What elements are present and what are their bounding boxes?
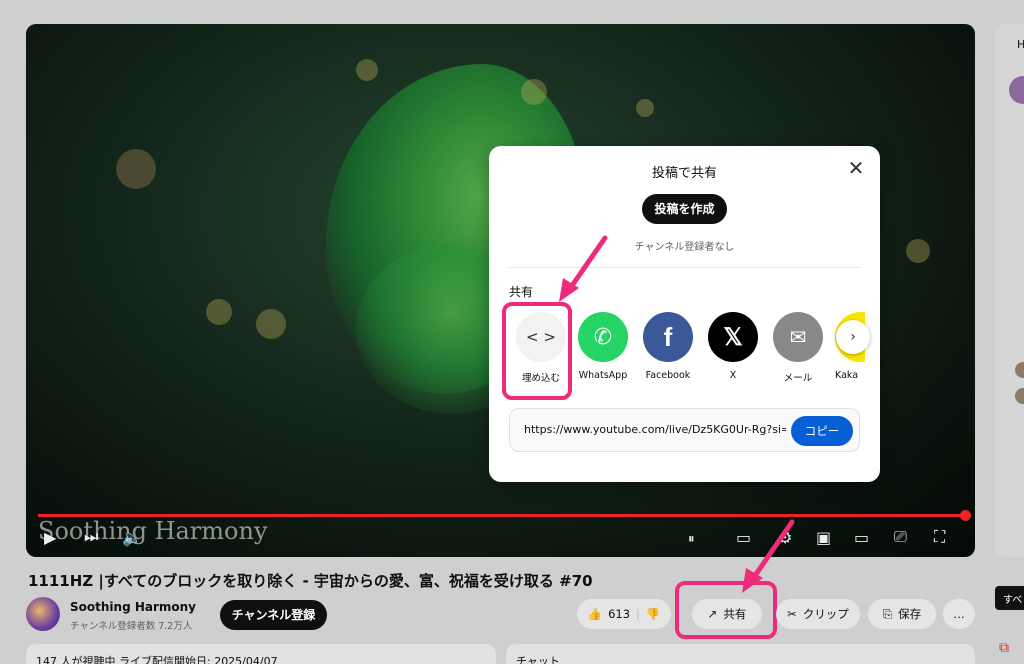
dialog-title: 投稿で共有 (651, 166, 717, 181)
chat-panel-header[interactable]: チャット (506, 644, 975, 664)
mail-icon: ✉ (773, 312, 823, 362)
theater-icon[interactable]: ▭ (854, 528, 869, 547)
progress-bar[interactable] (38, 514, 965, 517)
right-sidebar: H (995, 24, 1024, 557)
channel-avatar[interactable] (26, 597, 60, 631)
sidebar-avatar-small[interactable] (1015, 362, 1024, 378)
share-url-field[interactable]: https://www.youtube.com/live/Dz5KG0Ur-Rg… (509, 408, 860, 452)
fullscreen-icon[interactable]: ⛶ (934, 527, 945, 547)
like-count[interactable]: 613 (608, 607, 630, 621)
clip-button[interactable]: ✂ クリップ (776, 599, 860, 629)
clip-button-label: クリップ (802, 607, 849, 621)
autoplay-toggle-icon[interactable]: ⏸ (688, 532, 695, 547)
chevron-right-icon[interactable]: › (836, 320, 870, 354)
cast-icon[interactable]: ⎚ (894, 527, 907, 547)
share-section-label: 共有 (509, 285, 534, 299)
highlight-embed-box (502, 302, 572, 400)
like-dislike-group: 👍 613 | 👎 (577, 599, 671, 629)
separator: | (636, 607, 640, 621)
shorts-icon[interactable]: ⧉ (999, 640, 1009, 656)
no-subscribers-text: チャンネル登録者なし (634, 242, 735, 253)
save-button[interactable]: ⎘ 保存 (868, 599, 936, 629)
share-item-label: Facebook (645, 370, 691, 381)
sidebar-avatar-small[interactable] (1015, 388, 1024, 404)
next-icon[interactable]: ⏭ (84, 527, 98, 547)
share-whatsapp-button[interactable]: ✆ WhatsApp (575, 312, 631, 381)
close-icon[interactable]: ✕ (846, 158, 866, 178)
share-url-text: https://www.youtube.com/live/Dz5KG0Ur-Rg… (524, 423, 786, 436)
facebook-icon: f (643, 312, 693, 362)
copy-button[interactable]: コピー (791, 416, 853, 446)
scissors-icon: ✂ (787, 607, 797, 621)
arrow-to-embed (559, 235, 608, 302)
sidebar-top-fragment: H (1017, 38, 1024, 51)
sidebar-avatar[interactable] (1009, 76, 1024, 104)
view-stats[interactable]: 147 人が視聴中 ライブ配信開始日: 2025/04/07 (26, 644, 496, 664)
dislike-icon[interactable]: 👎 (646, 607, 660, 621)
subscribe-button[interactable]: チャンネル登録 (220, 600, 327, 630)
play-icon[interactable]: ▶ (44, 528, 56, 547)
share-x-button[interactable]: 𝕏 X (705, 312, 761, 381)
channel-name[interactable]: Soothing Harmony (70, 600, 196, 614)
whatsapp-icon: ✆ (578, 312, 628, 362)
share-item-label: X (729, 370, 737, 381)
x-icon: 𝕏 (708, 312, 758, 362)
save-button-label: 保存 (898, 607, 922, 621)
create-post-button[interactable]: 投稿を作成 (642, 194, 727, 224)
share-item-label: WhatsApp (578, 370, 628, 381)
volume-icon[interactable]: 🔈 (122, 528, 142, 547)
video-watermark: Soothing Harmony (38, 517, 268, 545)
sidebar-chip[interactable]: すべ (995, 586, 1024, 610)
share-facebook-button[interactable]: f Facebook (640, 312, 696, 381)
more-icon: … (953, 607, 965, 621)
share-mail-button[interactable]: ✉ メール (770, 312, 826, 384)
highlight-share-box (675, 581, 777, 639)
channel-subscriber-count: チャンネル登録者数 7.2万人 (70, 621, 193, 632)
video-title: 1111HZ |すべてのブロックを取り除く - 宇宙からの愛、富、祝福を受け取る… (28, 572, 593, 590)
more-actions-button[interactable]: … (943, 599, 975, 629)
progress-scrubber[interactable] (960, 510, 971, 521)
share-item-label: メール (783, 373, 813, 384)
miniplayer-icon[interactable]: ▣ (816, 528, 831, 547)
share-item-label: Kaka (835, 370, 859, 381)
like-icon[interactable]: 👍 (588, 607, 602, 621)
bookmark-icon: ⎘ (882, 606, 893, 621)
